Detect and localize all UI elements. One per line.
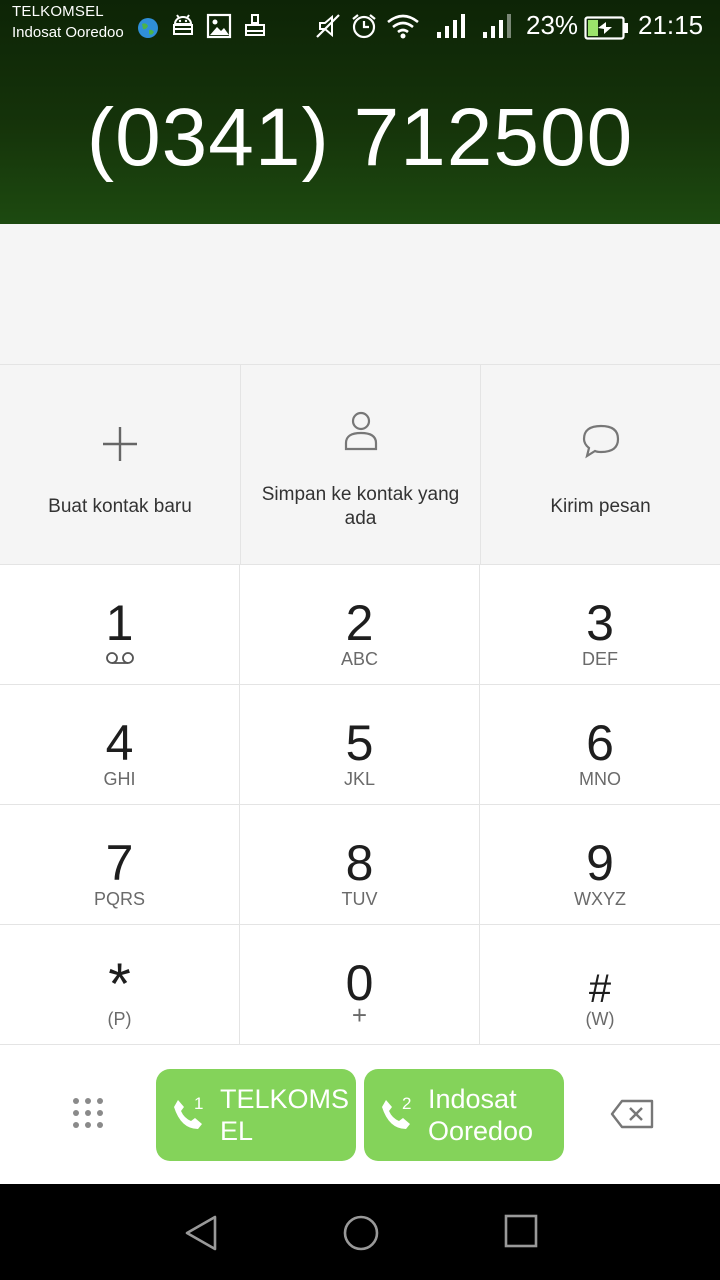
recent-apps-icon[interactable] — [504, 1214, 538, 1248]
key-digit: 2 — [345, 595, 374, 651]
key-5[interactable]: 5 JKL — [240, 685, 480, 805]
key-letters: GHI — [103, 769, 136, 789]
key-letters: WXYZ — [574, 889, 626, 909]
battery-charging-icon — [584, 16, 628, 40]
key-letters: (W) — [585, 1009, 615, 1029]
plus-icon — [103, 427, 137, 461]
key-letters: PQRS — [93, 889, 145, 909]
create-contact-button[interactable]: Buat kontak baru — [0, 365, 240, 565]
key-2[interactable]: 2 ABC — [240, 565, 480, 685]
battery-percent: 23% — [526, 10, 579, 40]
create-contact-label: Buat kontak baru — [48, 496, 192, 517]
save-to-contact-button[interactable]: Simpan ke kontak yang ada — [240, 365, 480, 565]
dialer-header: TELKOMSEL Indosat Ooredoo 23% 21:15 (034… — [0, 0, 720, 224]
suggestions-area — [0, 224, 720, 364]
backspace-icon[interactable] — [610, 1099, 654, 1129]
globe-icon — [138, 18, 158, 38]
system-nav-bar — [0, 1184, 720, 1280]
sim-number: 1 — [194, 1094, 204, 1113]
number-actions: Buat kontak baru Simpan ke kontak yang a… — [0, 364, 720, 565]
key-4[interactable]: 4 GHI — [0, 685, 240, 805]
status-bar: TELKOMSEL Indosat Ooredoo 23% 21:15 — [0, 0, 720, 52]
wifi-icon — [387, 14, 419, 39]
back-icon[interactable] — [182, 1214, 220, 1252]
clock: 21:15 — [638, 10, 704, 40]
android-icon — [173, 14, 193, 35]
alarm-icon — [352, 14, 376, 39]
key-0[interactable]: 0 + — [240, 925, 480, 1045]
dial-keypad: 1 2 ABC 3 DEF 4 GHI 5 JKL 6 MNO 7 PQRS 8… — [0, 565, 720, 1045]
key-digit: 8 — [345, 835, 374, 891]
key-digit: 6 — [586, 715, 614, 771]
key-letters: + — [351, 1000, 368, 1030]
key-digit: 4 — [105, 715, 134, 771]
chat-bubble-icon — [582, 424, 619, 459]
key-digit: 5 — [345, 715, 374, 771]
call-sim-1-button[interactable]: 1 TELKOMS EL — [156, 1069, 356, 1161]
voicemail-icon — [106, 652, 134, 664]
send-message-button[interactable]: Kirim pesan — [480, 365, 720, 565]
dialer-bottom-bar: 1 TELKOMS EL 2 Indosat Ooredoo — [0, 1044, 720, 1184]
key-7[interactable]: 7 PQRS — [0, 805, 240, 925]
send-message-label: Kirim pesan — [550, 496, 651, 517]
key-letters: ABC — [340, 649, 378, 669]
call-carrier-name: Indosat Ooredoo — [428, 1084, 534, 1146]
carrier-2-label: Indosat Ooredoo — [12, 24, 124, 41]
dialpad-toggle-icon[interactable] — [72, 1097, 104, 1129]
key-hash[interactable]: # (W) — [480, 925, 720, 1045]
signal-icon — [437, 14, 465, 38]
cleaner-icon — [245, 14, 265, 36]
dialed-number[interactable]: (0341) 712500 — [0, 92, 720, 184]
signal-icon — [483, 14, 511, 38]
key-letters: TUV — [341, 889, 378, 909]
key-6[interactable]: 6 MNO — [480, 685, 720, 805]
mute-icon — [316, 14, 340, 38]
call-carrier-name: TELKOMS EL — [220, 1084, 350, 1146]
image-icon — [206, 13, 232, 39]
key-digit: 3 — [586, 595, 614, 651]
key-digit: # — [588, 967, 612, 1011]
key-digit: 1 — [105, 595, 134, 651]
key-digit: * — [108, 952, 131, 1017]
key-1[interactable]: 1 — [0, 565, 240, 685]
key-letters: DEF — [582, 649, 618, 669]
person-icon — [344, 411, 377, 451]
key-letters: MNO — [579, 769, 621, 789]
key-9[interactable]: 9 WXYZ — [480, 805, 720, 925]
key-digit: 9 — [586, 835, 614, 891]
sim-number: 2 — [402, 1094, 412, 1113]
key-digit: 7 — [105, 835, 134, 891]
key-8[interactable]: 8 TUV — [240, 805, 480, 925]
carrier-1-label: TELKOMSEL — [12, 3, 104, 20]
save-to-contact-label: Simpan ke kontak yang ada — [261, 484, 460, 529]
call-sim-2-button[interactable]: 2 Indosat Ooredoo — [364, 1069, 564, 1161]
key-3[interactable]: 3 DEF — [480, 565, 720, 685]
key-star[interactable]: * (P) — [0, 925, 240, 1045]
key-letters: JKL — [343, 769, 376, 789]
key-letters: (P) — [107, 1009, 132, 1029]
home-icon[interactable] — [342, 1214, 380, 1252]
